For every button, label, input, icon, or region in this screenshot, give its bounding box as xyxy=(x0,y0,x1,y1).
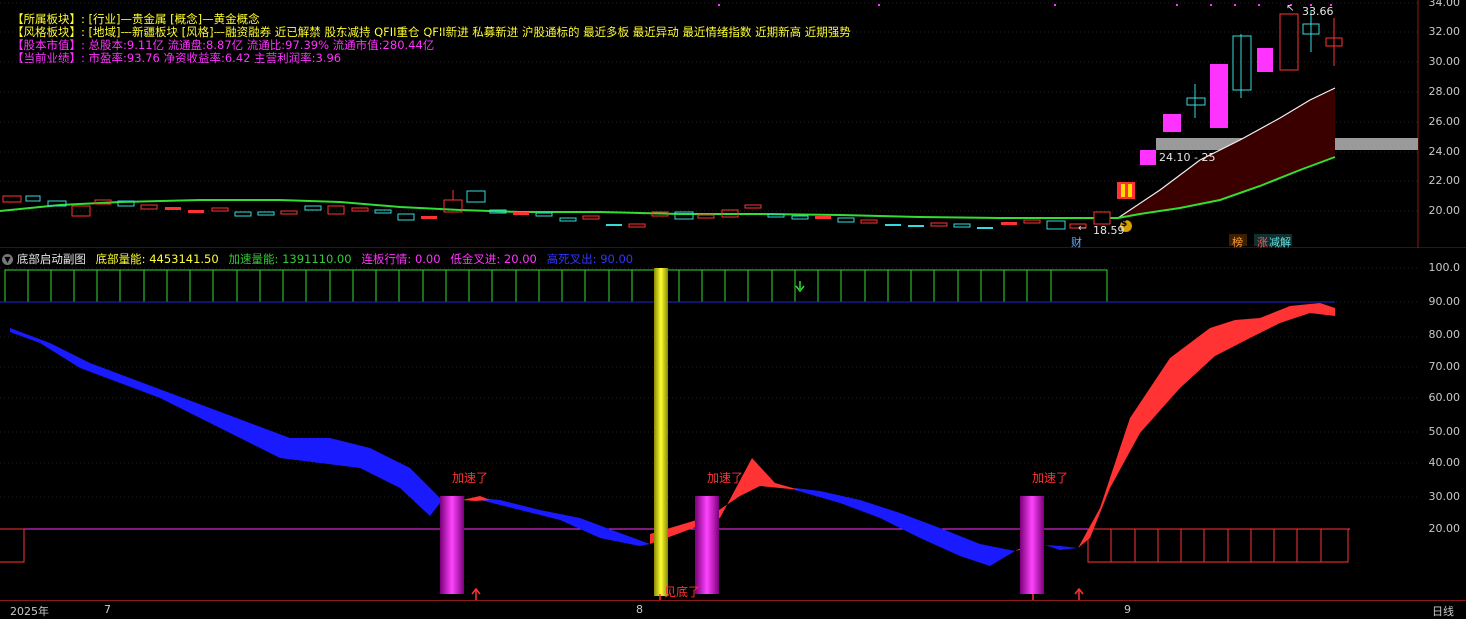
red-band-4 xyxy=(1078,303,1335,548)
blue-band-3 xyxy=(795,488,1015,566)
y-tick: 30.00 xyxy=(1428,490,1461,503)
up-arrow-icon xyxy=(471,587,481,600)
accel-label-1: 加速了 xyxy=(452,471,489,485)
y-tick: 40.00 xyxy=(1428,456,1461,469)
period-selector[interactable]: 日线 xyxy=(1432,603,1454,619)
blue-band-1 xyxy=(10,328,440,516)
high-arrow-icon: ↖ xyxy=(1286,3,1295,14)
bottom-signal-pillar xyxy=(654,268,668,596)
y-tick: 100.0 xyxy=(1428,261,1461,274)
date-axis: 2025年 7 8 9 日线 xyxy=(0,600,1466,619)
y-tick: 90.00 xyxy=(1428,295,1461,308)
y-tick: 30.00 xyxy=(1428,55,1461,68)
blue-band-2 xyxy=(480,498,650,546)
high-price-label: 33.66 xyxy=(1302,5,1334,18)
sub-indicator-chart[interactable] xyxy=(0,248,1466,600)
accel-label-3: 加速了 xyxy=(1032,471,1069,485)
y-tick: 70.00 xyxy=(1428,360,1461,373)
y-tick: 50.00 xyxy=(1428,425,1461,438)
y-tick: 80.00 xyxy=(1428,328,1461,341)
up-arrow-icon xyxy=(1074,587,1084,600)
y-tick: 28.00 xyxy=(1428,85,1461,98)
accel-label-2: 加速了 xyxy=(707,471,744,485)
y-tick: 20.00 xyxy=(1428,522,1461,535)
down-arrow-icon xyxy=(795,281,805,293)
main-candlestick-chart[interactable] xyxy=(0,0,1466,248)
y-tick: 32.00 xyxy=(1428,25,1461,38)
low-arrow-icon: ← xyxy=(1078,223,1087,234)
blue-band-4 xyxy=(1045,545,1078,550)
y-tick: 24.00 xyxy=(1428,145,1461,158)
y-tick: 20.00 xyxy=(1428,204,1461,217)
y-tick: 22.00 xyxy=(1428,174,1461,187)
accel-pillar-1 xyxy=(440,496,464,594)
green-signal-boxes xyxy=(4,269,1108,303)
y-tick: 60.00 xyxy=(1428,391,1461,404)
y-tick: 26.00 xyxy=(1428,115,1461,128)
range-label: 24.10 - 25 xyxy=(1159,151,1216,164)
coin-icon: $ xyxy=(1121,219,1128,229)
accel-pillar-2 xyxy=(695,496,719,594)
date-label-month: 8 xyxy=(636,603,643,616)
date-label-month: 7 xyxy=(104,603,111,616)
y-tick: 34.00 xyxy=(1428,0,1461,9)
accel-pillar-3 xyxy=(1020,496,1044,594)
date-label-year: 2025年 xyxy=(10,605,49,618)
date-label-month: 9 xyxy=(1124,603,1131,616)
low-price-label: 18.59 xyxy=(1093,224,1125,237)
bottom-label: 见底了 xyxy=(664,585,701,599)
